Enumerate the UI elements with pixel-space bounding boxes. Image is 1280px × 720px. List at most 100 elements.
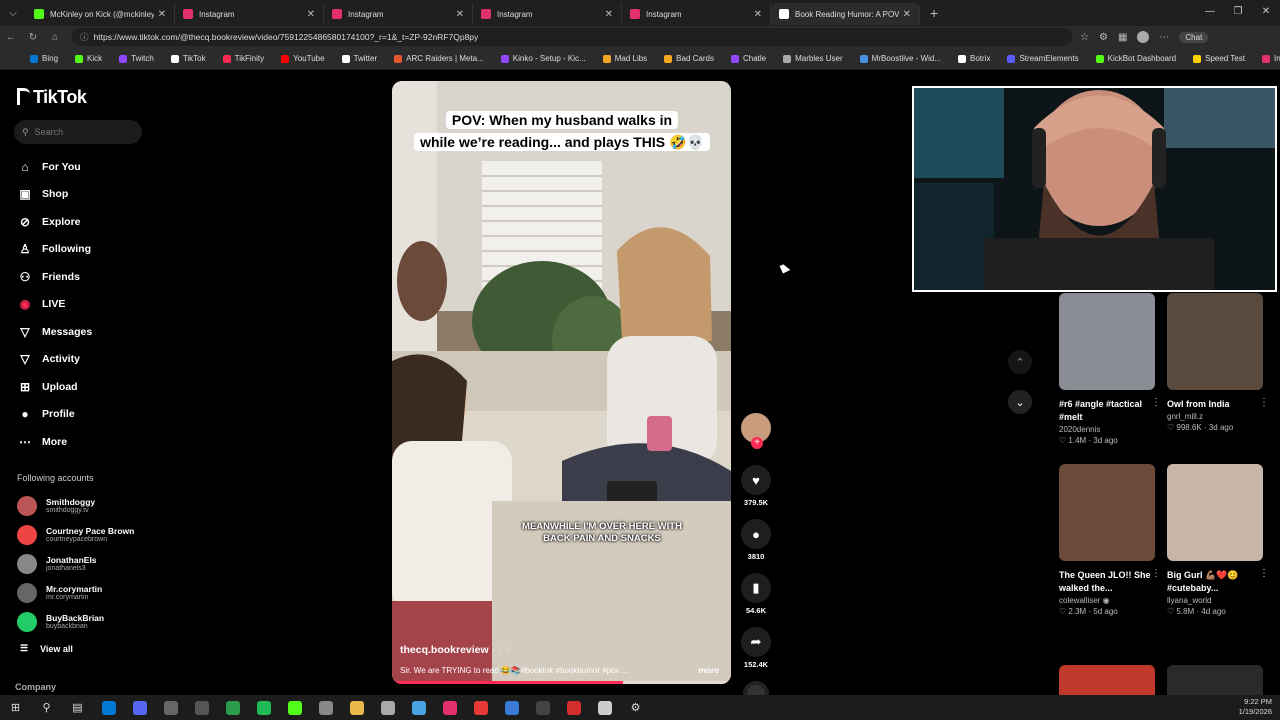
maximize-icon[interactable]: ❐ bbox=[1224, 0, 1252, 24]
minimize-icon[interactable]: — bbox=[1196, 0, 1224, 24]
bookmark-item[interactable]: Speed Test bbox=[1193, 54, 1245, 63]
video-author-handle[interactable]: colewalliser ◉ bbox=[1059, 596, 1155, 605]
browser-tab[interactable]: McKinley on Kick (@mckinley.tv) | ✕ bbox=[26, 3, 175, 25]
search-box[interactable]: ⚲ bbox=[14, 120, 142, 144]
bookmark-item[interactable]: Kick bbox=[75, 54, 102, 63]
site-info-icon[interactable]: ⓘ bbox=[80, 31, 89, 43]
bookmark-item[interactable]: TikFinity bbox=[222, 54, 264, 63]
recommended-video[interactable]: The Queen JLO!! She walked the... colewa… bbox=[1059, 464, 1161, 616]
following-account[interactable]: BuyBackBrian buybackbrian bbox=[17, 607, 134, 636]
creator-avatar[interactable]: + bbox=[741, 413, 771, 449]
sidebar-item-profile[interactable]: ● Profile bbox=[17, 401, 92, 429]
bookmark-item[interactable]: Bing bbox=[30, 54, 58, 63]
close-tab-icon[interactable]: ✕ bbox=[903, 9, 911, 20]
more-options-icon[interactable]: ⋮ bbox=[1259, 568, 1269, 579]
bookmark-icon[interactable]: ▮ bbox=[741, 573, 771, 603]
taskbar-app-icon[interactable] bbox=[248, 695, 279, 720]
save-action[interactable]: ▮ 54.6K bbox=[739, 573, 773, 615]
close-tab-icon[interactable]: ✕ bbox=[456, 9, 464, 20]
close-tab-icon[interactable]: ✕ bbox=[754, 9, 762, 20]
comment-icon[interactable]: ● bbox=[741, 519, 771, 549]
menu-icon[interactable]: ⋯ bbox=[1159, 32, 1169, 43]
settings-gear-icon[interactable]: ⚙ bbox=[620, 695, 651, 720]
bookmark-item[interactable]: Chatle bbox=[730, 54, 766, 63]
recommended-video[interactable]: Owl from India gnrl_mill.z ♡ 998.6K · 3d… bbox=[1167, 293, 1269, 432]
sidebar-item-upload[interactable]: ⊞ Upload bbox=[17, 373, 92, 401]
sidebar-item-live[interactable]: ◉ LIVE bbox=[17, 291, 92, 319]
refresh-icon[interactable]: ↻ bbox=[22, 32, 44, 43]
share-action[interactable]: ➦ 152.4K bbox=[739, 627, 773, 669]
close-tab-icon[interactable]: ✕ bbox=[307, 9, 315, 20]
video-thumbnail[interactable] bbox=[1167, 293, 1263, 390]
tiktok-logo[interactable]: TikTok bbox=[17, 87, 87, 108]
close-window-icon[interactable]: ✕ bbox=[1252, 0, 1280, 24]
close-tab-icon[interactable]: ✕ bbox=[158, 9, 166, 20]
more-options-icon[interactable]: ⋮ bbox=[1151, 397, 1161, 408]
recommended-video[interactable]: Big Gurl 💪🏽❤️😊 #cutebaby... llyana_world… bbox=[1167, 464, 1269, 616]
following-account[interactable]: Mr.corymartin mr.corymartin bbox=[17, 578, 134, 607]
taskbar-app-icon[interactable] bbox=[496, 695, 527, 720]
bookmark-item[interactable]: Marbles User bbox=[783, 54, 843, 63]
previous-video-button[interactable]: ⌃ bbox=[1008, 350, 1032, 374]
tab-actions-icon[interactable]: ⌵ bbox=[0, 0, 26, 26]
view-all-button[interactable]: ☰ View all bbox=[20, 643, 73, 654]
browser-tab[interactable]: Instagram ✕ bbox=[473, 3, 622, 25]
taskbar-app-icon[interactable] bbox=[465, 695, 496, 720]
video-author-handle[interactable]: 2020dennis bbox=[1059, 425, 1155, 434]
taskbar-app-icon[interactable] bbox=[341, 695, 372, 720]
sidebar-item-for-you[interactable]: ⌂ For You bbox=[17, 153, 92, 181]
recommended-thumb-partial[interactable] bbox=[1059, 665, 1155, 695]
task-view-icon[interactable]: ▤ bbox=[62, 695, 93, 720]
bookmark-item[interactable]: Inbox bbox=[1261, 54, 1280, 63]
video-progress-bar[interactable] bbox=[392, 681, 731, 684]
copilot-chat-button[interactable]: Chat bbox=[1179, 31, 1209, 43]
bookmark-item[interactable]: Twitter bbox=[341, 54, 377, 63]
taskbar-app-icon[interactable] bbox=[403, 695, 434, 720]
close-tab-icon[interactable]: ✕ bbox=[605, 9, 613, 20]
browser-tab[interactable]: Book Reading Humor: A POV ✕ bbox=[771, 3, 920, 25]
taskbar-app-icon[interactable] bbox=[310, 695, 341, 720]
taskbar-app-icon[interactable] bbox=[155, 695, 186, 720]
taskbar-app-icon[interactable] bbox=[527, 695, 558, 720]
taskbar-app-icon[interactable] bbox=[217, 695, 248, 720]
bookmark-item[interactable]: KickBot Dashboard bbox=[1095, 54, 1176, 63]
video-author-handle[interactable]: llyana_world bbox=[1167, 596, 1263, 605]
bookmark-item[interactable]: MrBoostlive - Wid... bbox=[859, 54, 941, 63]
video-player[interactable]: POV: When my husband walks in while we’r… bbox=[392, 81, 731, 684]
home-button-icon[interactable]: ⌂ bbox=[44, 32, 66, 43]
heart-icon[interactable]: ♥ bbox=[741, 465, 771, 495]
next-video-button[interactable]: ⌄ bbox=[1008, 390, 1032, 414]
bookmark-item[interactable]: ARC Raiders | Meta... bbox=[394, 54, 484, 63]
sidebar-item-more[interactable]: ⋯ More bbox=[17, 428, 92, 456]
more-button[interactable]: more bbox=[698, 665, 719, 675]
system-tray-clock[interactable]: 9:22 PM 1/19/2026 bbox=[1239, 697, 1272, 717]
sidebar-item-shop[interactable]: ▣ Shop bbox=[17, 181, 92, 209]
video-author[interactable]: thecq.bookreview · 1-3 bbox=[400, 644, 509, 656]
sidebar-item-activity[interactable]: ▽ Activity bbox=[17, 346, 92, 374]
taskbar-app-icon[interactable] bbox=[279, 695, 310, 720]
taskbar-app-icon[interactable] bbox=[372, 695, 403, 720]
search-taskbar-icon[interactable]: ⚲ bbox=[31, 695, 62, 720]
sidebar-item-following[interactable]: ♙ Following bbox=[17, 236, 92, 264]
taskbar-app-icon[interactable] bbox=[186, 695, 217, 720]
video-thumbnail[interactable] bbox=[1167, 464, 1263, 561]
taskbar-app-icon[interactable] bbox=[558, 695, 589, 720]
taskbar-app-icon[interactable] bbox=[434, 695, 465, 720]
sidebar-item-explore[interactable]: ⊘ Explore bbox=[17, 208, 92, 236]
bookmark-item[interactable]: Kinko - Setup - Kic... bbox=[500, 54, 586, 63]
more-options-icon[interactable]: ⋮ bbox=[1259, 397, 1269, 408]
bookmark-item[interactable]: YouTube bbox=[281, 54, 325, 63]
bookmark-item[interactable]: Twitch bbox=[119, 54, 154, 63]
new-tab-button[interactable]: + bbox=[930, 5, 938, 21]
following-account[interactable]: Smithdoggy smithdoggy.tv bbox=[17, 491, 134, 520]
comment-action[interactable]: ● 3810 bbox=[739, 519, 773, 561]
video-thumbnail[interactable] bbox=[1059, 464, 1155, 561]
collections-icon[interactable]: ▦ bbox=[1118, 32, 1127, 43]
url-field[interactable]: ⓘ https://www.tiktok.com/@thecq.bookrevie… bbox=[72, 28, 1072, 46]
back-icon[interactable]: ← bbox=[0, 32, 22, 43]
bookmark-item[interactable]: Botrix bbox=[958, 54, 990, 63]
taskbar-app-icon[interactable] bbox=[589, 695, 620, 720]
more-options-icon[interactable]: ⋮ bbox=[1151, 568, 1161, 579]
taskbar-app-icon[interactable] bbox=[93, 695, 124, 720]
browser-tab[interactable]: Instagram ✕ bbox=[622, 3, 771, 25]
